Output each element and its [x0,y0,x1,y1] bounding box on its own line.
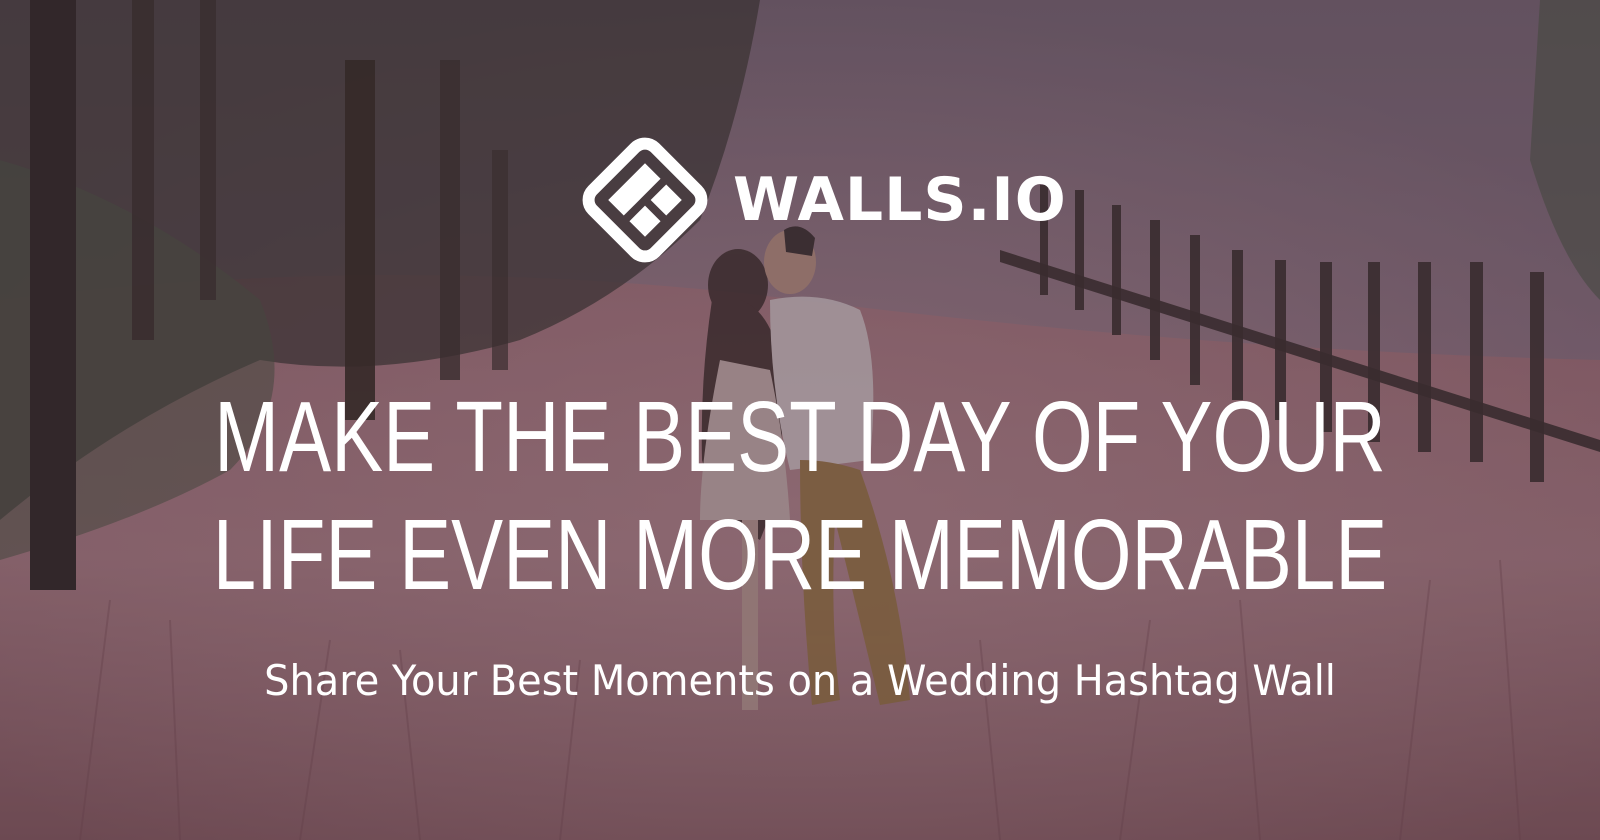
headline-line-2: LIFE EVEN MORE MEMORABLE [212,499,1388,611]
hero-banner: WALLS.IO MAKE THE BEST DAY OF YOUR LIFE … [0,0,1600,840]
hero-subtitle: Share Your Best Moments on a Wedding Has… [264,656,1336,705]
hero-content: WALLS.IO MAKE THE BEST DAY OF YOUR LIFE … [0,0,1600,840]
brand-logo[interactable]: WALLS.IO [575,130,1067,270]
brand-name: WALLS.IO [733,165,1067,235]
walls-io-logo-icon [582,137,708,263]
headline-line-1: MAKE THE BEST DAY OF YOUR [214,381,1386,493]
